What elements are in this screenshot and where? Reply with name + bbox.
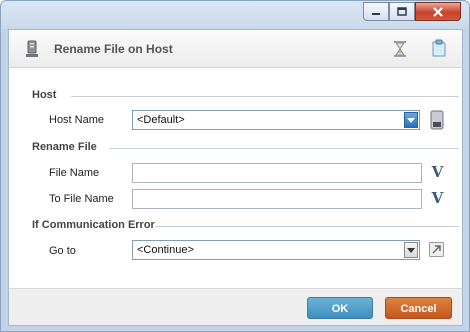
file-name-label: File Name — [49, 167, 100, 179]
goto-label: Go to — [49, 245, 76, 257]
to-file-name-variable-button[interactable]: V — [429, 190, 446, 207]
maximize-button[interactable] — [389, 2, 415, 21]
section-title-rename-file: Rename File — [32, 141, 97, 153]
file-name-variable-button[interactable]: V — [429, 164, 446, 181]
chevron-down-icon — [407, 247, 415, 253]
title-bar[interactable] — [1, 1, 469, 29]
host-name-label: Host Name — [49, 114, 105, 126]
file-name-input[interactable] — [132, 163, 422, 183]
maximize-icon — [397, 7, 407, 16]
section-divider — [155, 226, 459, 227]
dialog-client-area: Rename File on Host Host Host Name <Defa… — [8, 29, 463, 326]
goto-value: <Continue> — [137, 244, 194, 256]
to-file-name-input[interactable] — [132, 189, 422, 209]
hourglass-icon[interactable] — [393, 40, 407, 58]
dialog-title: Rename File on Host — [54, 42, 173, 56]
host-name-dropdown-arrow[interactable] — [404, 112, 418, 128]
dialog-footer: OK Cancel — [9, 288, 462, 325]
close-button[interactable] — [415, 2, 461, 21]
section-title-comm-error: If Communication Error — [32, 219, 155, 231]
host-server-icon[interactable] — [430, 110, 444, 130]
cancel-button[interactable]: Cancel — [385, 297, 452, 319]
section-title-host: Host — [32, 89, 57, 101]
goto-dropdown-arrow[interactable] — [404, 242, 418, 258]
close-icon — [433, 6, 443, 17]
dialog-header: Rename File on Host — [9, 30, 462, 68]
minimize-button[interactable] — [363, 2, 389, 21]
goto-dropdown[interactable]: <Continue> — [132, 240, 420, 260]
note-icon[interactable] — [431, 39, 447, 57]
dialog-window: Rename File on Host Host Host Name <Defa… — [0, 0, 470, 332]
ok-button[interactable]: OK — [307, 297, 373, 319]
goto-jump-icon[interactable] — [429, 242, 444, 257]
host-name-value: <Default> — [137, 114, 185, 126]
host-computer-icon — [26, 40, 38, 57]
section-divider — [109, 148, 459, 149]
section-divider — [71, 96, 459, 97]
minimize-icon — [372, 12, 380, 15]
chevron-down-icon — [407, 117, 415, 123]
host-name-dropdown[interactable]: <Default> — [132, 110, 420, 130]
to-file-name-label: To File Name — [49, 193, 114, 205]
